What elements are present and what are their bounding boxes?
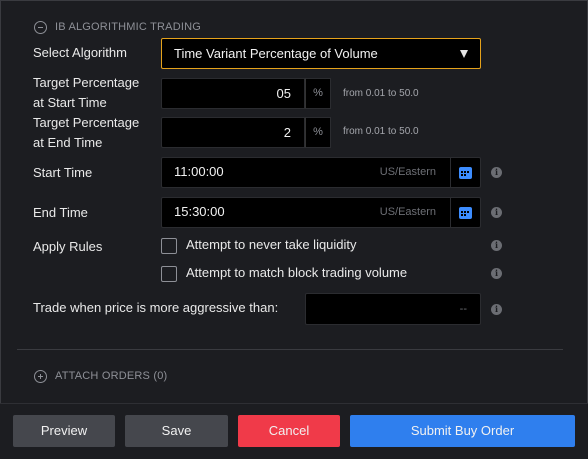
match-block-volume-info-icon[interactable]: i (491, 268, 502, 279)
target-end-hint: from 0.01 to 50.0 (343, 126, 419, 137)
select-algorithm-label: Select Algorithm (33, 45, 127, 60)
section-divider (17, 349, 563, 350)
save-button[interactable]: Save (125, 415, 228, 447)
calendar-icon (459, 166, 472, 179)
start-time-field[interactable]: 11:00:00 US/Eastern (161, 157, 481, 188)
algo-section-title: IB ALGORITHMIC TRADING (55, 21, 201, 33)
target-start-label-line1: Target Percentage (33, 75, 140, 90)
collapse-minus-icon[interactable] (34, 20, 47, 34)
target-start-hint: from 0.01 to 50.0 (343, 88, 419, 99)
start-time-info-icon[interactable]: i (491, 167, 502, 178)
end-time-value: 15:30:00 (174, 204, 225, 219)
preview-button[interactable]: Preview (13, 415, 115, 447)
target-end-input[interactable]: 2 (161, 117, 305, 148)
start-time-calendar-button[interactable] (450, 158, 480, 187)
apply-rules-label: Apply Rules (33, 239, 103, 254)
start-time-label: Start Time (33, 165, 93, 180)
aggressive-price-input[interactable]: -- (305, 293, 481, 325)
end-time-timezone: US/Eastern (379, 206, 436, 218)
start-time-value: 11:00:00 (174, 164, 224, 179)
expand-plus-icon[interactable] (34, 369, 47, 383)
never-take-liquidity-checkbox[interactable] (161, 238, 177, 254)
algo-section-header[interactable]: IB ALGORITHMIC TRADING (34, 18, 201, 36)
match-block-volume-checkbox[interactable] (161, 266, 177, 282)
target-start-input[interactable]: 05 (161, 78, 305, 109)
algorithm-select[interactable]: Time Variant Percentage of Volume (161, 38, 481, 69)
match-block-volume-label[interactable]: Attempt to match block trading volume (186, 264, 407, 282)
start-time-timezone: US/Eastern (379, 166, 436, 178)
calendar-icon (459, 206, 472, 219)
target-end-label-line1: Target Percentage (33, 115, 140, 130)
never-take-liquidity-info-icon[interactable]: i (491, 240, 502, 251)
target-end-unit: % (305, 117, 331, 148)
never-take-liquidity-label[interactable]: Attempt to never take liquidity (186, 236, 357, 254)
caret-down-icon (460, 50, 468, 58)
end-time-label: End Time (33, 205, 88, 220)
cancel-button[interactable]: Cancel (238, 415, 340, 447)
algorithm-selected-value: Time Variant Percentage of Volume (174, 46, 378, 61)
target-end-label-line2: at End Time (33, 135, 103, 150)
end-time-field[interactable]: 15:30:00 US/Eastern (161, 197, 481, 228)
aggressive-price-info-icon[interactable]: i (491, 304, 502, 315)
target-start-unit: % (305, 78, 331, 109)
submit-buy-order-button[interactable]: Submit Buy Order (350, 415, 575, 447)
end-time-calendar-button[interactable] (450, 198, 480, 227)
footer-bar: Preview Save Cancel Submit Buy Order (0, 403, 588, 459)
attach-orders-header[interactable]: ATTACH ORDERS (0) (34, 367, 167, 385)
end-time-info-icon[interactable]: i (491, 207, 502, 218)
attach-orders-title: ATTACH ORDERS (0) (55, 370, 168, 382)
target-start-label-line2: at Start Time (33, 95, 107, 110)
aggressive-price-label: Trade when price is more aggressive than… (33, 300, 279, 315)
